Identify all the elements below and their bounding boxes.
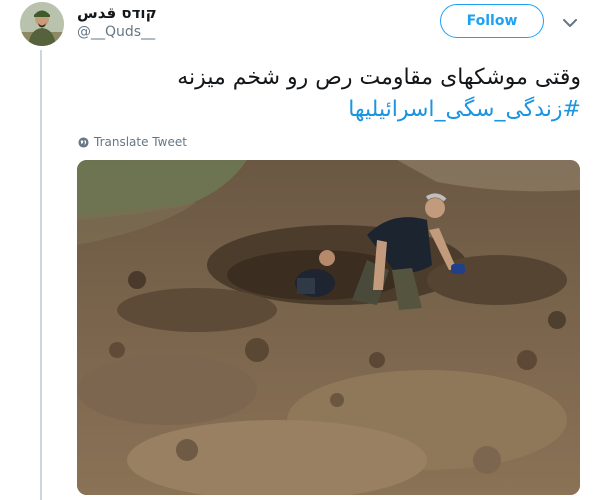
globe-icon: [78, 136, 89, 148]
translate-label: Translate Tweet: [94, 135, 187, 149]
user-display-name[interactable]: קודס قدس: [77, 4, 157, 22]
thread-connector-line: [40, 50, 42, 500]
chevron-down-icon[interactable]: [560, 13, 580, 33]
tweet-photo[interactable]: [77, 160, 580, 495]
user-handle[interactable]: @__Quds__: [77, 24, 155, 40]
tweet-text: وقتی موشکهای مقاومت رص رو شخم میزنه #زند…: [81, 62, 581, 126]
hashtag-link[interactable]: #زندگی_سگی_اسرائیلیها: [81, 94, 581, 126]
translate-tweet-link[interactable]: Translate Tweet: [78, 133, 187, 151]
tweet-text-line: وقتی موشکهای مقاومت رص رو شخم میزنه: [177, 65, 581, 90]
avatar[interactable]: [20, 2, 64, 46]
follow-button[interactable]: Follow: [440, 4, 544, 38]
